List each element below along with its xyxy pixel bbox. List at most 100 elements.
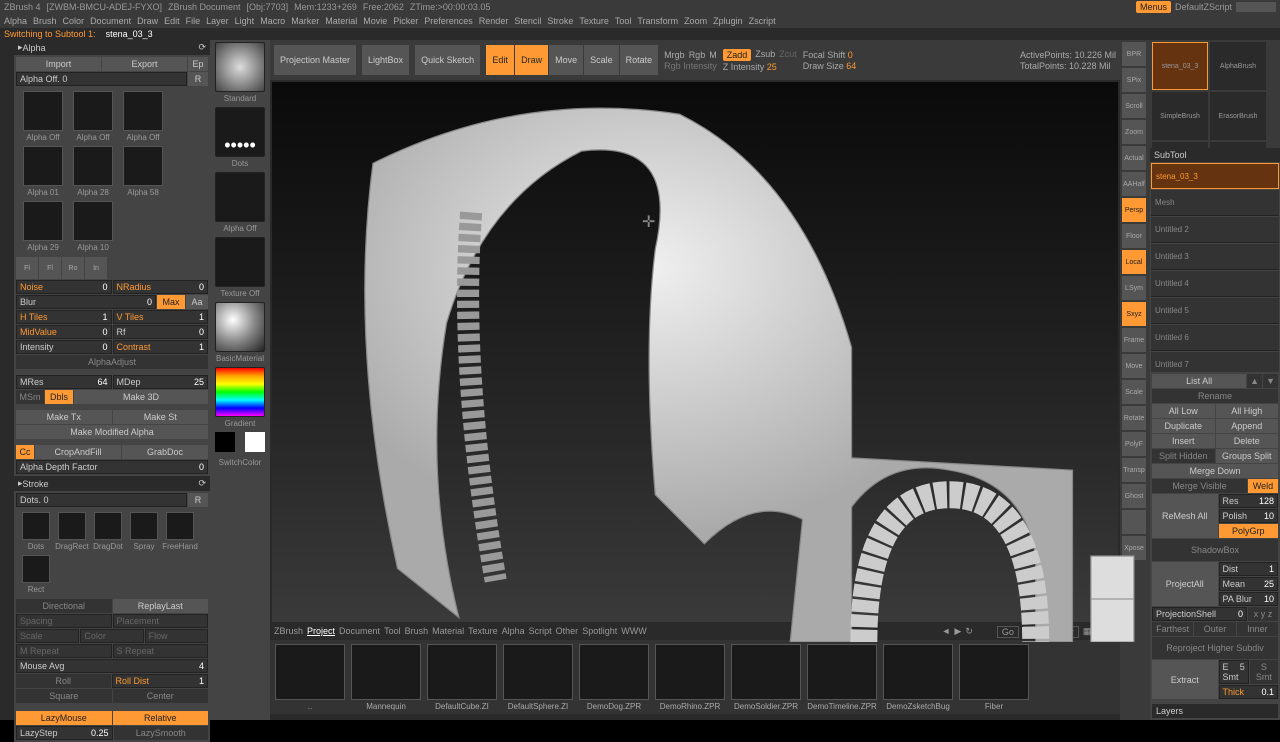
srepeat-slider[interactable]: S Repeat xyxy=(113,644,209,658)
polish-slider[interactable]: Polish10 xyxy=(1219,509,1279,523)
rolldist-slider[interactable]: Roll Dist1 xyxy=(112,674,209,688)
texture-picker[interactable]: Texture Off xyxy=(215,237,265,298)
rf-slider[interactable]: Rf0 xyxy=(113,325,209,339)
swatch-row[interactable] xyxy=(215,432,265,452)
replay-button[interactable]: ReplayLast xyxy=(113,599,209,613)
lb-item[interactable]: DemoDog.ZPR xyxy=(578,644,650,711)
subtool-item[interactable]: Mesh xyxy=(1151,190,1279,216)
alpha-thumb[interactable]: Alpha 10 xyxy=(70,201,116,252)
preset-stena_03_3[interactable]: stena_03_3 xyxy=(1152,42,1208,90)
alpha-thumb[interactable]: Alpha 28 xyxy=(70,146,116,197)
drawsize-slider[interactable]: Draw Size 64 xyxy=(803,61,857,71)
relative-button[interactable]: Relative xyxy=(113,711,209,725)
menu-layer[interactable]: Layer xyxy=(206,16,229,26)
edit-button[interactable]: Edit xyxy=(486,45,514,75)
rgb-button[interactable]: Rgb xyxy=(689,50,706,60)
listall-button[interactable]: List All xyxy=(1152,374,1246,388)
m-button[interactable]: M xyxy=(709,50,717,60)
alpha-thumb[interactable]: Alpha 29 xyxy=(20,201,66,252)
aa-button[interactable]: Aa xyxy=(186,295,208,309)
rgb-intensity-slider[interactable]: Rgb Intensity xyxy=(664,61,717,71)
menu-marker[interactable]: Marker xyxy=(291,16,319,26)
scale-button[interactable]: Scale xyxy=(584,45,619,75)
extract-button[interactable]: Extract xyxy=(1152,660,1218,699)
menu-render[interactable]: Render xyxy=(479,16,509,26)
ep-button[interactable]: Ep xyxy=(188,57,208,71)
htiles-slider[interactable]: H Tiles1 xyxy=(16,310,112,324)
farthest-button[interactable]: Farthest xyxy=(1152,622,1193,636)
append-button[interactable]: Append xyxy=(1216,419,1279,433)
menu-zscript[interactable]: Zscript xyxy=(749,16,776,26)
ssmt-button[interactable]: S Smt xyxy=(1250,660,1278,684)
stroke-thumb[interactable]: FreeHand xyxy=(164,512,196,551)
alpha-thumb[interactable]: Alpha Off xyxy=(120,91,166,142)
lb-item[interactable]: DemoRhino.ZPR xyxy=(654,644,726,711)
contrast-slider[interactable]: Contrast1 xyxy=(113,340,209,354)
menu-draw[interactable]: Draw xyxy=(137,16,158,26)
rename-button[interactable]: Rename xyxy=(1152,389,1278,403)
projection-master-button[interactable]: Projection Master xyxy=(274,45,356,75)
makemod-button[interactable]: Make Modified Alpha xyxy=(16,425,208,439)
color-slider[interactable]: Color xyxy=(80,629,143,643)
tray-spine[interactable] xyxy=(0,40,14,720)
stroke-thumb[interactable]: DragDot xyxy=(92,512,124,551)
projectall-button[interactable]: ProjectAll xyxy=(1152,562,1218,606)
menu-zplugin[interactable]: Zplugin xyxy=(713,16,743,26)
lightbox-button[interactable]: LightBox xyxy=(362,45,409,75)
mrepeat-slider[interactable]: M Repeat xyxy=(16,644,112,658)
subtool-item[interactable]: Untitled 5 xyxy=(1151,298,1279,324)
mres-slider[interactable]: MRes64 xyxy=(16,375,112,389)
quicksketch-button[interactable]: Quick Sketch xyxy=(415,45,480,75)
menu-texture[interactable]: Texture xyxy=(579,16,609,26)
max-button[interactable]: Max xyxy=(157,295,185,309)
refresh-icon[interactable]: ⟳ xyxy=(198,478,206,489)
preset-AlphaBrush[interactable]: AlphaBrush xyxy=(1210,42,1266,90)
menu-alpha[interactable]: Alpha xyxy=(4,16,27,26)
lazymouse-button[interactable]: LazyMouse xyxy=(16,711,112,725)
menu-color[interactable]: Color xyxy=(63,16,85,26)
subtool-item[interactable]: Untitled 3 xyxy=(1151,244,1279,270)
pablur-slider[interactable]: PA Blur10 xyxy=(1219,592,1279,606)
alpha-thumb[interactable]: Alpha Off xyxy=(20,91,66,142)
dist-slider[interactable]: Dist1 xyxy=(1219,562,1279,576)
makest-button[interactable]: Make St xyxy=(113,410,209,424)
reproject-button[interactable]: Reproject Higher Subdiv xyxy=(1152,637,1278,659)
allhigh-button[interactable]: All High xyxy=(1216,404,1279,418)
scale-slider[interactable]: Scale xyxy=(16,629,79,643)
viewport[interactable]: ✛ xyxy=(272,82,1118,622)
down-icon[interactable]: ▼ xyxy=(1263,374,1278,388)
rotate-icon[interactable]: Ro xyxy=(62,257,84,279)
nradius-slider[interactable]: NRadius0 xyxy=(113,280,209,294)
intensity-slider[interactable]: Intensity0 xyxy=(16,340,112,354)
mean-slider[interactable]: Mean25 xyxy=(1219,577,1279,591)
mrgb-button[interactable]: Mrgb xyxy=(664,50,685,60)
depthfactor-slider[interactable]: Alpha Depth Factor0 xyxy=(16,460,208,474)
lb-item[interactable]: DefaultSphere.ZI xyxy=(502,644,574,711)
zsub-button[interactable]: Zsub xyxy=(755,49,775,61)
center-button[interactable]: Center xyxy=(113,689,209,703)
stroke-thumb[interactable]: DragRect xyxy=(56,512,88,551)
subtool-item[interactable]: stena_03_3 xyxy=(1151,163,1279,189)
refresh-icon[interactable]: ⟳ xyxy=(198,42,206,53)
placement-slider[interactable]: Placement xyxy=(113,614,209,628)
menu-stencil[interactable]: Stencil xyxy=(514,16,541,26)
alpha-thumb[interactable]: Alpha 01 xyxy=(20,146,66,197)
flow-slider[interactable]: Flow xyxy=(145,629,208,643)
menu-file[interactable]: File xyxy=(186,16,201,26)
polygrp-button[interactable]: PolyGrp xyxy=(1219,524,1279,538)
SPix-icon[interactable]: SPix xyxy=(1122,68,1146,92)
xyz-button[interactable]: x y z xyxy=(1248,607,1278,621)
layers-header[interactable]: Layers xyxy=(1152,704,1278,718)
stroke-panel-header[interactable]: ▸ Stroke ⟳ xyxy=(14,476,210,491)
shelf-handle[interactable] xyxy=(270,714,1120,720)
msm-button[interactable]: MSm xyxy=(16,390,44,404)
draw-button[interactable]: Draw xyxy=(515,45,548,75)
spacing-slider[interactable]: Spacing xyxy=(16,614,112,628)
lb-item[interactable]: DemoZsketchBug xyxy=(882,644,954,711)
subtool-item[interactable]: Untitled 6 xyxy=(1151,325,1279,351)
focal-slider[interactable]: Focal Shift 0 xyxy=(803,50,853,60)
lazystep-slider[interactable]: LazyStep0.25 xyxy=(16,726,113,740)
export-button[interactable]: Export xyxy=(102,57,187,71)
window-controls[interactable] xyxy=(1236,2,1276,12)
subtool-item[interactable]: Untitled 7 xyxy=(1151,352,1279,372)
